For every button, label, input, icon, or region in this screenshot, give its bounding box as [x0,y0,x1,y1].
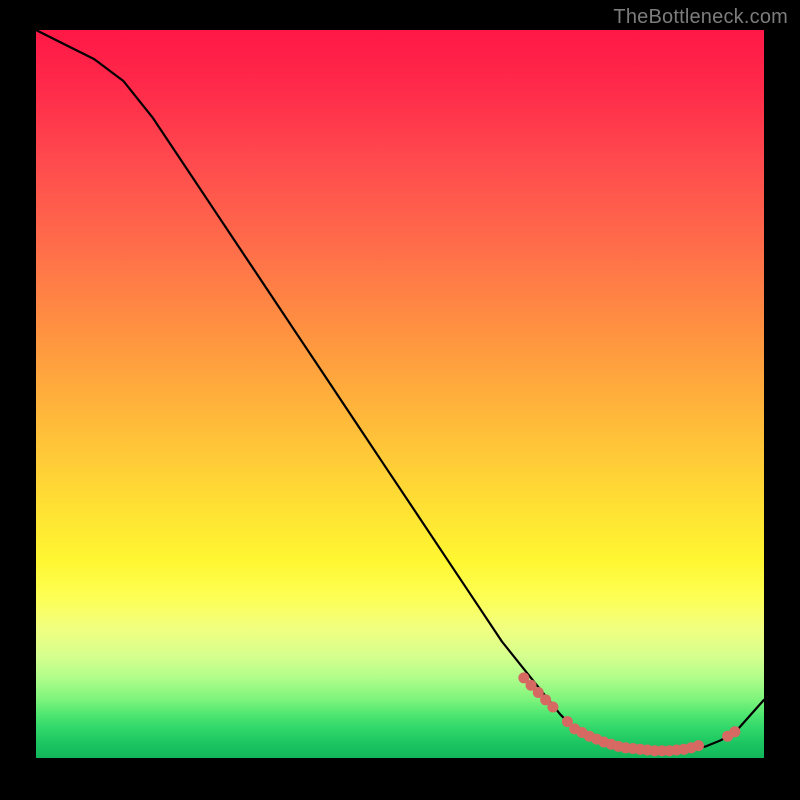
chart-stage: TheBottleneck.com [0,0,800,800]
chart-svg [36,30,764,758]
attribution-text: TheBottleneck.com [613,6,788,29]
curve-markers [518,672,740,756]
curve-marker [547,702,558,713]
curve-marker [693,740,704,751]
curve-marker [729,726,740,737]
curve-line [36,30,764,751]
chart-plot-area [36,30,764,758]
